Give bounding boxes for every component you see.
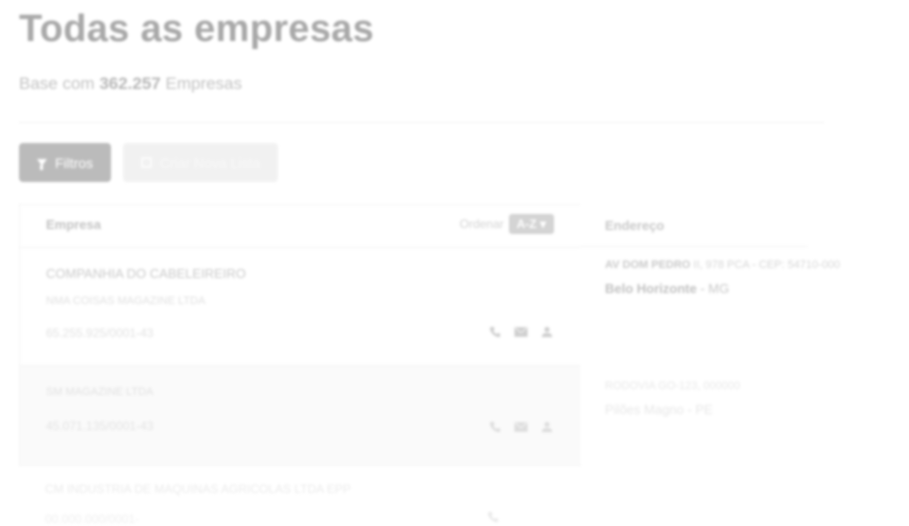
row-2-city: Pilões Magno - PE [605, 402, 713, 417]
phone-icon[interactable] [488, 326, 502, 338]
address-street: RODOVIA GO-123 [605, 380, 698, 392]
row-2-address: RODOVIA GO-123, 000000 [605, 380, 740, 392]
envelope-icon[interactable] [514, 421, 528, 433]
person-icon[interactable] [540, 326, 554, 338]
company-cnpj: 65.255.925/0001-43 [46, 326, 154, 340]
contact-icons [488, 326, 554, 338]
address-rest: , 000000 [697, 380, 741, 392]
company-count: 362.257 [99, 74, 161, 93]
create-list-button[interactable]: Criar Nova Lista [123, 143, 278, 182]
row-1-city: Belo Horizonte - MG [605, 281, 729, 296]
filters-button[interactable]: Filtros [19, 143, 111, 182]
city-name: Pilões Magno [605, 402, 684, 417]
divider [19, 122, 824, 123]
subtitle-prefix: Base com [19, 74, 100, 93]
phone-icon[interactable] [486, 511, 500, 523]
contact-icons [488, 421, 554, 433]
address-header: Endereço [580, 204, 808, 247]
address-street: AV DOM PEDRO [605, 259, 691, 271]
save-icon [140, 157, 152, 168]
subtitle-suffix: Empresas [160, 74, 243, 93]
envelope-icon[interactable] [514, 326, 528, 338]
column-header-empresa: Empresa [46, 217, 101, 232]
order-control: Ordenar A-Z ▾ [460, 214, 554, 234]
company-trade-name: NMA COISAS MAGAZINE LTDA [46, 295, 206, 307]
column-header-endereco: Endereço [605, 218, 665, 233]
address-rest: II, 978 PCA - CEP: 54710-000 [690, 259, 841, 271]
row-1-address: AV DOM PEDRO II, 978 PCA - CEP: 54710-00… [605, 259, 840, 271]
address-column: Endereço [580, 204, 808, 464]
companies-table: Empresa Ordenar A-Z ▾ COMPANHIA DO CABEL… [19, 204, 581, 466]
page-subtitle: Base com 362.257 Empresas [19, 74, 242, 94]
company-cnpj: 45.071.135/0001-43 [46, 419, 154, 433]
create-list-button-label: Criar Nova Lista [159, 154, 261, 171]
row-3-cnpj: 00.000.000/0001- [45, 512, 140, 526]
order-select[interactable]: A-Z ▾ [508, 214, 554, 234]
state-code: - MG [696, 281, 730, 296]
row-3-trade-name: CM INDUSTRIA DE MAQUINAS AGRICOLAS LTDA … [45, 482, 351, 496]
company-trade-name: SM MAGAZINE LTDA [46, 386, 154, 398]
city-name: Belo Horizonte [605, 281, 697, 296]
person-icon[interactable] [540, 421, 554, 433]
state-code: - PE [683, 402, 713, 417]
page-title: Todas as empresas [19, 8, 375, 50]
contact-icons [486, 511, 500, 523]
phone-icon[interactable] [488, 421, 502, 433]
company-name[interactable]: COMPANHIA DO CABELEIREIRO [46, 266, 246, 281]
order-label: Ordenar [459, 217, 504, 231]
funnel-icon [36, 159, 47, 170]
filters-button-label: Filtros [54, 154, 94, 171]
table-header: Empresa Ordenar A-Z ▾ [20, 205, 580, 248]
table-row[interactable]: COMPANHIA DO CABELEIREIRO NMA COISAS MAG… [20, 248, 580, 366]
page: Todas as empresas Base com 362.257 Empre… [0, 0, 909, 526]
table-row[interactable]: SM MAGAZINE LTDA 45.071.135/0001-43 [20, 366, 580, 466]
